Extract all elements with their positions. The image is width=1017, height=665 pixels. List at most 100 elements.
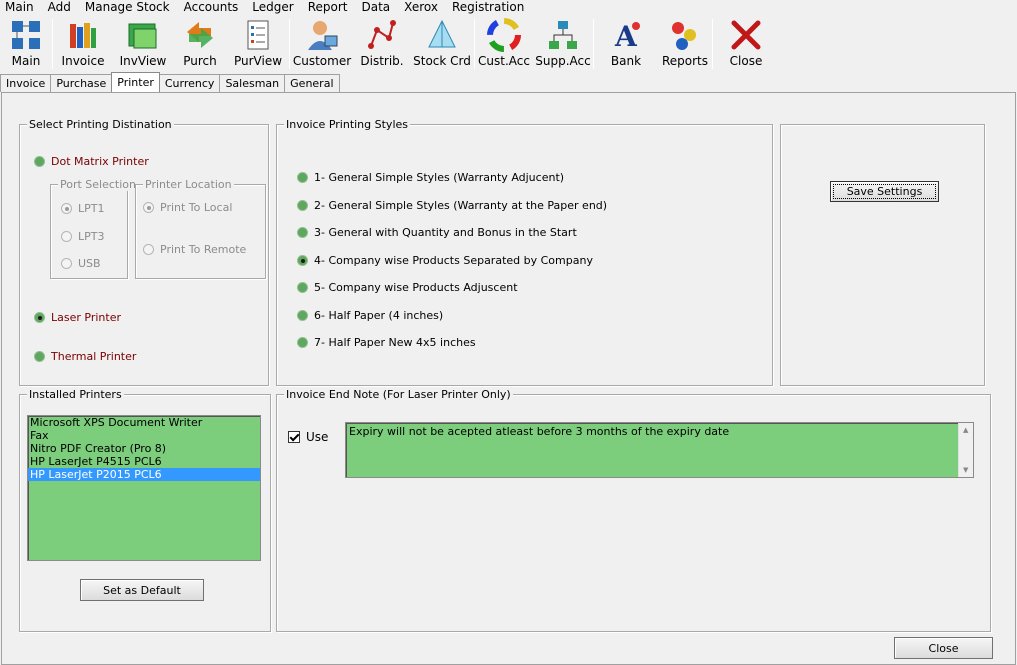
style-option-2-radio[interactable]: 2- General Simple Styles (Warranty at th… xyxy=(297,199,607,212)
menu-xerox[interactable]: Xerox xyxy=(398,0,446,15)
toolbar-label: Supp.Acc xyxy=(535,54,591,68)
radio-indicator xyxy=(297,282,308,293)
toolbar-main-button[interactable]: Main xyxy=(0,15,52,71)
style-option-3-radio[interactable]: 3- General with Quantity and Bonus in th… xyxy=(297,226,577,239)
tab-purchase[interactable]: Purchase xyxy=(50,74,113,92)
set-as-default-button[interactable]: Set as Default xyxy=(80,579,204,601)
print-to-local-radio[interactable]: Print To Local xyxy=(143,201,232,214)
close-x-icon xyxy=(731,20,761,50)
menu-manage-stock[interactable]: Manage Stock xyxy=(79,0,178,15)
menu-report[interactable]: Report xyxy=(302,0,356,15)
toolbar-label: Reports xyxy=(661,54,709,68)
group-title: Installed Printers xyxy=(27,388,124,401)
toolbar-stockcrd-button[interactable]: Stock Crd xyxy=(410,15,474,71)
menu-main[interactable]: Main xyxy=(0,0,42,15)
letter-a-icon: A xyxy=(614,20,640,52)
toolbar-label: Distrib. xyxy=(360,54,404,68)
end-note-scrollbar[interactable]: ▲ ▼ xyxy=(958,423,973,477)
toolbar-invoice-button[interactable]: Invoice xyxy=(53,15,113,71)
printer-list-item[interactable]: HP LaserJet P4515 PCL6 xyxy=(28,455,260,468)
scroll-up-icon[interactable]: ▲ xyxy=(963,426,968,434)
scroll-down-icon[interactable]: ▼ xyxy=(963,466,968,474)
use-end-note-checkbox[interactable]: Use xyxy=(288,430,328,444)
menu-registration[interactable]: Registration xyxy=(446,0,532,15)
radio-label: USB xyxy=(78,257,101,270)
toolbar-suppacc-button[interactable]: Supp.Acc xyxy=(533,15,593,71)
close-button[interactable]: Close xyxy=(894,637,993,659)
tab-currency[interactable]: Currency xyxy=(158,74,221,92)
toolbar-label: Customer xyxy=(292,54,352,68)
toolbar-label: Bank xyxy=(610,54,642,68)
radio-indicator xyxy=(297,227,308,238)
toolbar-invview-button[interactable]: InvView xyxy=(113,15,173,71)
toolbar-purview-button[interactable]: PurView xyxy=(227,15,289,71)
style-option-1-radio[interactable]: 1- General Simple Styles (Warranty Adjuc… xyxy=(297,171,564,184)
radio-label: LPT3 xyxy=(78,230,105,243)
radio-label: Dot Matrix Printer xyxy=(51,155,149,168)
radio-indicator xyxy=(297,255,308,266)
radio-label: 6- Half Paper (4 inches) xyxy=(314,309,444,322)
toolbar-purch-button[interactable]: Purch xyxy=(173,15,227,71)
printers-list[interactable]: Microsoft XPS Document Writer Fax Nitro … xyxy=(27,415,261,561)
style-option-6-radio[interactable]: 6- Half Paper (4 inches) xyxy=(297,309,443,322)
tab-printer[interactable]: Printer xyxy=(111,72,160,92)
printer-list-item-selected[interactable]: HP LaserJet P2015 PCL6 xyxy=(28,468,260,481)
printer-location-group: Printer Location Print To Local Print To… xyxy=(135,178,266,279)
group-title: Select Printing Distination xyxy=(27,118,174,131)
tab-general[interactable]: General xyxy=(284,74,340,92)
toolbar-custacc-button[interactable]: Cust.Acc xyxy=(475,15,533,71)
radio-label: 1- General Simple Styles (Warranty Adjuc… xyxy=(314,171,565,184)
save-settings-button[interactable]: Save Settings xyxy=(830,181,939,202)
radio-indicator xyxy=(143,244,154,255)
radio-label: LPT1 xyxy=(78,202,105,215)
toolbar-distrib-button[interactable]: Distrib. xyxy=(354,15,410,71)
radio-indicator xyxy=(34,312,45,323)
toolbar: Main Invoice InvView Purch PurView Custo… xyxy=(0,15,1017,71)
radio-label: Laser Printer xyxy=(51,311,121,324)
tab-salesman[interactable]: Salesman xyxy=(219,74,286,92)
hierarchy-icon xyxy=(549,21,577,49)
grid-icon xyxy=(12,21,40,49)
invoice-end-note-group: Invoice End Note (For Laser Printer Only… xyxy=(276,388,991,632)
books-icon xyxy=(70,23,96,48)
menu-accounts[interactable]: Accounts xyxy=(178,0,247,15)
network-nodes-icon xyxy=(368,20,396,49)
toolbar-customer-button[interactable]: Customer xyxy=(290,15,354,71)
menu-bar: Main Add Manage Stock Accounts Ledger Re… xyxy=(0,0,1017,15)
group-title: Invoice End Note (For Laser Printer Only… xyxy=(284,388,513,401)
toolbar-label: Invoice xyxy=(61,54,105,68)
toolbar-close-button[interactable]: Close xyxy=(713,15,779,71)
radio-label: Thermal Printer xyxy=(51,350,137,363)
toolbar-bank-button[interactable]: A Bank xyxy=(594,15,658,71)
dot-matrix-radio[interactable]: Dot Matrix Printer xyxy=(34,155,149,168)
usb-radio[interactable]: USB xyxy=(61,257,101,270)
port-selection-group: Port Selection LPT1 LPT3 USB xyxy=(50,178,138,279)
menu-add[interactable]: Add xyxy=(42,0,79,15)
color-wheel-icon xyxy=(487,18,521,52)
style-option-5-radio[interactable]: 5- Company wise Products Adjuscent xyxy=(297,281,518,294)
radio-indicator xyxy=(34,351,45,362)
menu-data[interactable]: Data xyxy=(356,0,399,15)
printer-list-item[interactable]: Fax xyxy=(28,429,260,442)
thermal-printer-radio[interactable]: Thermal Printer xyxy=(34,350,136,363)
style-option-7-radio[interactable]: 7- Half Paper New 4x5 inches xyxy=(297,336,476,349)
laser-printer-radio[interactable]: Laser Printer xyxy=(34,311,121,324)
tab-invoice[interactable]: Invoice xyxy=(0,74,52,92)
menu-ledger[interactable]: Ledger xyxy=(246,0,301,15)
toolbar-reports-button[interactable]: Reports xyxy=(658,15,712,71)
style-option-4-radio[interactable]: 4- Company wise Products Separated by Co… xyxy=(297,254,593,267)
lpt1-radio[interactable]: LPT1 xyxy=(61,202,104,215)
end-note-textarea[interactable]: Expiry will not be acepted atleast befor… xyxy=(345,422,974,478)
radio-label: 2- General Simple Styles (Warranty at th… xyxy=(314,199,608,212)
radio-indicator xyxy=(297,337,308,348)
checkbox-indicator xyxy=(288,431,300,443)
print-to-remote-radio[interactable]: Print To Remote xyxy=(143,243,246,256)
window-icon xyxy=(128,23,157,49)
radio-indicator xyxy=(143,202,154,213)
toolbar-label: Close xyxy=(729,54,763,68)
printer-list-item[interactable]: Microsoft XPS Document Writer xyxy=(28,416,260,429)
printer-list-item[interactable]: Nitro PDF Creator (Pro 8) xyxy=(28,442,260,455)
exchange-arrows-icon xyxy=(187,22,213,48)
radio-label: 5- Company wise Products Adjuscent xyxy=(314,281,518,294)
lpt3-radio[interactable]: LPT3 xyxy=(61,230,104,243)
